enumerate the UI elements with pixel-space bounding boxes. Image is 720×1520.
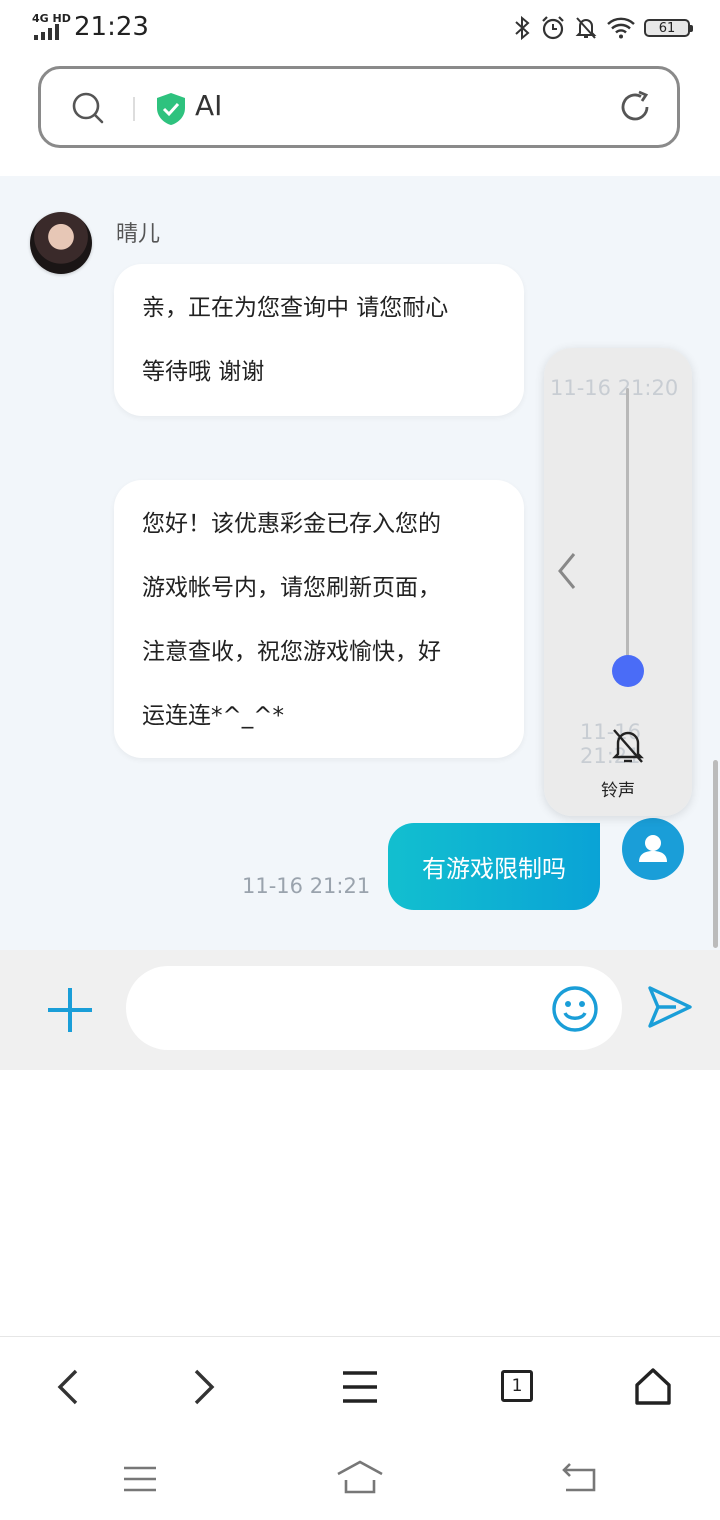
browser-toolbar: 1 (0, 1336, 720, 1437)
wifi-icon (607, 17, 635, 39)
home-icon[interactable] (634, 1363, 672, 1411)
agent-avatar[interactable] (30, 212, 92, 274)
message-line: 注意查收，祝您游戏愉快，好 (142, 639, 441, 665)
system-back-icon[interactable] (560, 1462, 598, 1496)
battery-indicator: 61 (644, 19, 693, 37)
menu-icon[interactable] (340, 1363, 380, 1411)
message-line: 亲，正在为您查询中 请您耐心 (142, 295, 449, 321)
back-icon[interactable] (52, 1363, 84, 1411)
ringtone-mute-icon[interactable] (610, 726, 646, 766)
alarm-icon (542, 16, 564, 40)
message-timestamp: 11-16 21:21 (242, 874, 371, 898)
shield-check-icon (157, 93, 185, 125)
status-icons: 61 (512, 14, 693, 42)
chevron-left-icon[interactable] (554, 548, 580, 594)
status-bar: 4G HD 21:23 61 (0, 0, 720, 56)
system-nav-bar (0, 1436, 720, 1520)
signal-icon (34, 24, 59, 40)
refresh-icon[interactable] (617, 89, 653, 125)
emoji-icon[interactable] (550, 984, 600, 1034)
forward-icon[interactable] (188, 1363, 220, 1411)
incoming-message: 您好！该优惠彩金已存入您的 游戏帐号内，请您刷新页面， 注意查收，祝您游戏愉快，… (114, 480, 524, 758)
volume-slider-track[interactable] (626, 388, 629, 680)
address-bar[interactable]: AI (38, 66, 680, 148)
message-line: 运连连*^_^* (142, 703, 285, 729)
agent-name: 晴儿 (116, 222, 161, 247)
outgoing-message: 有游戏限制吗 (388, 823, 600, 910)
divider (133, 97, 135, 121)
mute-bell-icon (575, 17, 597, 39)
message-line: 您好！该优惠彩金已存入您的 (142, 511, 441, 537)
tabs-button[interactable]: 1 (501, 1370, 533, 1402)
user-avatar[interactable] (622, 818, 684, 880)
add-button[interactable] (44, 984, 96, 1036)
incoming-message: 亲，正在为您查询中 请您耐心 等待哦 谢谢 (114, 264, 524, 416)
input-bar (0, 950, 720, 1070)
recent-apps-icon[interactable] (122, 1462, 158, 1496)
message-line: 等待哦 谢谢 (142, 359, 265, 385)
url-text[interactable]: AI (195, 89, 222, 122)
person-icon (639, 835, 667, 862)
message-input[interactable] (126, 966, 622, 1050)
message-line: 游戏帐号内，请您刷新页面， (142, 575, 441, 601)
volume-panel[interactable]: 11-16 21:20 11-16 21:21 铃声 (544, 348, 692, 816)
system-home-icon[interactable] (336, 1458, 384, 1498)
send-icon[interactable] (646, 984, 694, 1030)
faded-timestamp: 11-16 21:20 (550, 376, 679, 400)
status-time: 21:23 (74, 12, 149, 42)
scrollbar[interactable] (713, 760, 718, 948)
volume-label: 铃声 (601, 781, 635, 801)
volume-slider-knob[interactable] (612, 655, 644, 688)
bluetooth-icon (515, 15, 530, 41)
search-icon[interactable] (71, 91, 105, 125)
